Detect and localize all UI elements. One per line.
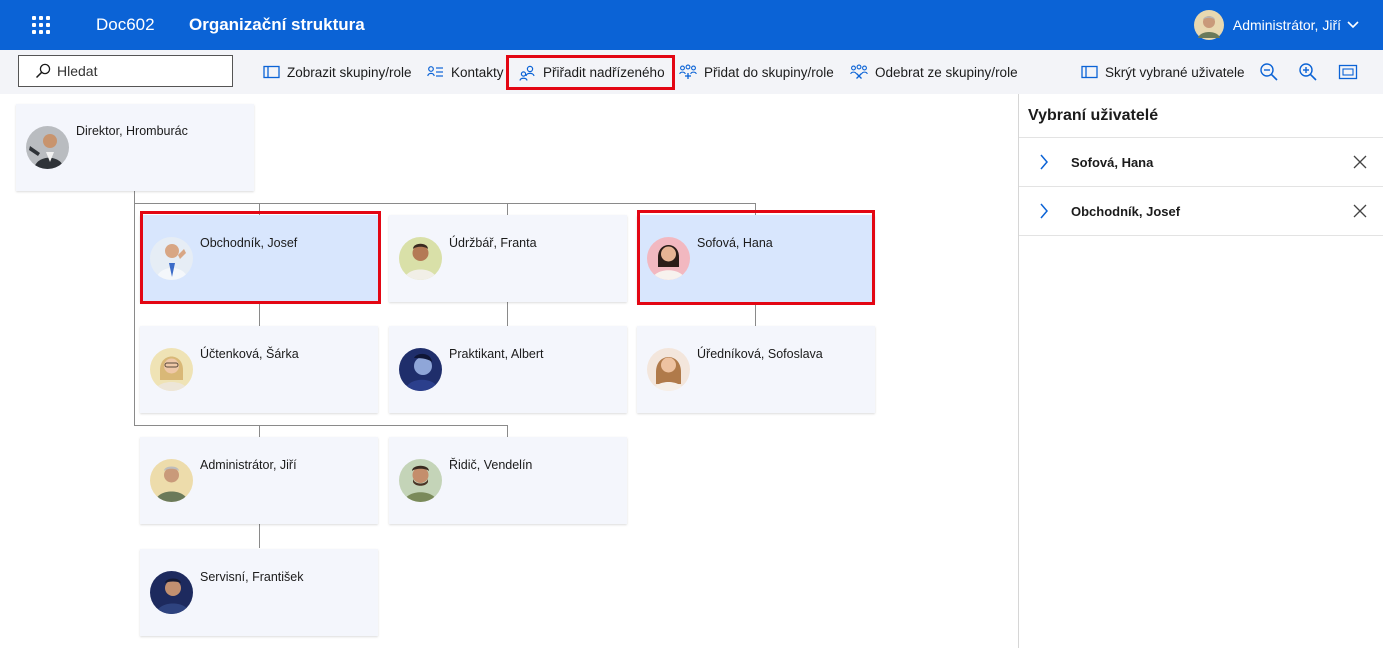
search-input[interactable] [57, 63, 217, 79]
org-card-praktikant[interactable]: Praktikant, Albert [389, 326, 627, 413]
org-card-name: Administrátor, Jiří [200, 458, 297, 472]
org-card-sofova[interactable]: Sofová, Hana [637, 215, 875, 302]
org-card-name: Řidič, Vendelín [449, 458, 533, 472]
org-card-name: Účtenková, Šárka [200, 347, 299, 361]
org-card-udrzbar[interactable]: Údržbář, Franta [389, 215, 627, 302]
app-launcher-icon[interactable] [32, 16, 50, 34]
connector-line [259, 203, 260, 215]
hide-selected-label: Skrýt vybrané uživatele [1105, 64, 1245, 80]
selected-user-name: Obchodník, Josef [1071, 204, 1181, 219]
selected-user-name: Sofová, Hana [1071, 155, 1154, 170]
page-title: Organizační struktura [189, 15, 365, 34]
avatar [399, 237, 442, 280]
org-card-name: Údržbář, Franta [449, 236, 537, 250]
connector-line [755, 203, 756, 215]
connector-line [259, 425, 260, 437]
avatar [150, 571, 193, 614]
org-card-name: Úředníková, Sofoslava [697, 347, 823, 361]
contacts-label: Kontakty [451, 64, 504, 80]
hide-selected-button[interactable]: Skrýt vybrané uživatele [1081, 59, 1245, 85]
panel-title: Vybraní uživatelé [1028, 107, 1159, 124]
avatar [399, 348, 442, 391]
show-groups-label: Zobrazit skupiny/role [287, 64, 412, 80]
chevron-down-icon [1347, 21, 1359, 29]
connector-line [755, 302, 756, 326]
add-to-group-button[interactable]: Přidat do skupiny/role [679, 59, 834, 85]
close-icon[interactable] [1353, 204, 1367, 218]
avatar [150, 237, 193, 280]
org-card-director[interactable]: Direktor, Hromburác [16, 104, 254, 191]
contacts-button[interactable]: Kontakty [427, 59, 504, 85]
search-box[interactable] [18, 55, 233, 87]
contact-list-icon [427, 66, 443, 77]
connector-line [134, 190, 135, 426]
zoom-out-icon[interactable] [1259, 62, 1279, 82]
org-card-name: Obchodník, Josef [200, 236, 298, 250]
connector-line [507, 425, 508, 437]
avatar [647, 348, 690, 391]
zoom-in-icon[interactable] [1298, 62, 1318, 82]
connector-line [507, 203, 508, 215]
user-menu[interactable]: Administrátor, Jiří [1193, 10, 1359, 40]
org-card-ridic[interactable]: Řidič, Vendelín [389, 437, 627, 524]
add-to-group-label: Přidat do skupiny/role [704, 64, 834, 80]
selected-users-panel: Vybraní uživatelé Sofová, Hana Obchodník… [1018, 94, 1383, 648]
assign-superior-button[interactable]: Přiřadit nadřízeného [506, 55, 675, 90]
panel-icon [263, 65, 280, 79]
avatar [399, 459, 442, 502]
avatar [150, 348, 193, 391]
add-group-icon [679, 64, 697, 79]
side-panel-icon [1081, 65, 1098, 79]
selected-user-row[interactable]: Sofová, Hana [1019, 137, 1383, 186]
org-card-urednikova[interactable]: Úředníková, Sofoslava [637, 326, 875, 413]
org-card-obchodnik[interactable]: Obchodník, Josef [140, 215, 378, 302]
org-card-servisni[interactable]: Servisní, František [140, 549, 378, 636]
remove-group-icon [850, 64, 868, 79]
org-chart-canvas[interactable]: Direktor, Hromburác Obchodník, Josef Údr… [0, 94, 1018, 648]
org-card-name: Direktor, Hromburác [76, 124, 188, 138]
avatar [647, 237, 690, 280]
org-card-uctenkova[interactable]: Účtenková, Šárka [140, 326, 378, 413]
org-card-name: Praktikant, Albert [449, 347, 544, 361]
user-name: Administrátor, Jiří [1232, 17, 1341, 33]
connector-line [259, 302, 260, 326]
connector-line [134, 203, 756, 204]
app-header: Doc602 Organizační struktura Administrát… [0, 0, 1383, 50]
connector-line [507, 302, 508, 326]
org-card-administrator[interactable]: Administrátor, Jiří [140, 437, 378, 524]
assign-superior-label: Přiřadit nadřízeného [543, 65, 665, 80]
toolbar: Zobrazit skupiny/role Kontakty Přiřadit … [0, 50, 1383, 94]
app-name[interactable]: Doc602 [96, 15, 155, 35]
connector-line [259, 524, 260, 548]
connector-line [134, 425, 507, 426]
chevron-right-icon[interactable] [1039, 202, 1049, 220]
org-card-name: Servisní, František [200, 570, 304, 584]
user-avatar [1193, 10, 1224, 40]
search-icon [35, 63, 51, 79]
assign-superior-icon [519, 65, 535, 81]
remove-from-group-label: Odebrat ze skupiny/role [875, 64, 1018, 80]
panel-divider [1019, 235, 1383, 236]
selected-user-row[interactable]: Obchodník, Josef [1019, 186, 1383, 235]
show-groups-button[interactable]: Zobrazit skupiny/role [263, 59, 412, 85]
remove-from-group-button[interactable]: Odebrat ze skupiny/role [850, 59, 1018, 85]
avatar [150, 459, 193, 502]
avatar [26, 126, 69, 169]
close-icon[interactable] [1353, 155, 1367, 169]
fit-screen-icon[interactable] [1338, 62, 1358, 82]
chevron-right-icon[interactable] [1039, 153, 1049, 171]
org-card-name: Sofová, Hana [697, 236, 773, 250]
